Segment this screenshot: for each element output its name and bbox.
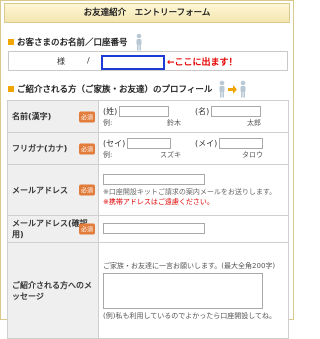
section-header-profile: ご紹介される方（ご家族・お友達）のプロフィール — [8, 80, 248, 98]
first-name-kana-input[interactable] — [219, 137, 264, 149]
bullet-icon — [8, 86, 14, 92]
message-guide: ご家族・お友達に一言お願いします。(最大全角200字) — [103, 261, 276, 270]
field-value-cell: ご家族・お友達に一言お願いします。(最大全角200字) (例)私も利用しているの… — [98, 242, 289, 339]
mei-label: (名) — [195, 106, 210, 116]
honorific-label: 様 — [57, 57, 65, 66]
field-value-cell: (姓) 例: 鈴木 (名) 太郎 — [98, 100, 289, 133]
customer-name-box: 様 / ←ここに出ます！ — [8, 51, 288, 71]
required-badge: 必須 — [78, 223, 95, 235]
bullet-icon — [8, 39, 14, 45]
person-icon — [136, 33, 142, 51]
field-value-cell: ※口座開設キットご請求の案内メールをお送りします。 ※携帯アドレスはご遠慮くださ… — [98, 164, 289, 216]
email-note: ※口座開設キットご請求の案内メールをお送りします。 — [103, 187, 277, 196]
form-row-email-confirm: メールアドレス(確認用) 必須 — [7, 215, 289, 243]
field-label-cell: メールアドレス(確認用) 必須 — [7, 215, 99, 243]
section-title: お客さまのお名前／口座番号 — [17, 38, 128, 48]
field-label-cell: フリガナ(カナ) 必須 — [7, 132, 99, 165]
person-icon — [219, 80, 225, 98]
form-row-name: 名前(漢字) 必須 (姓) 例: 鈴木 (名) 太郎 — [7, 100, 289, 133]
form-row-message: ご紹介される方へのメッセージ ご家族・お友達に一言お願いします。(最大全角200… — [7, 242, 289, 339]
email-input[interactable] — [103, 173, 205, 185]
field-value-cell: (セイ) 例: スズキ (メイ) タロウ — [98, 132, 289, 165]
email-warning: ※携帯アドレスはご遠慮ください。 — [103, 197, 214, 206]
section-title: ご紹介される方（ご家族・お友達）のプロフィール — [17, 85, 213, 95]
last-name-kana-input[interactable] — [127, 137, 172, 149]
section-header-customer: お客さまのお名前／口座番号 — [8, 33, 144, 51]
last-name-input[interactable] — [119, 105, 170, 117]
example-value: タロウ — [242, 150, 263, 159]
example-value: 鈴木 — [167, 118, 181, 127]
callout-text: ←ここに出ます！ — [167, 58, 238, 68]
sei-label: (姓) — [103, 106, 118, 116]
form-row-furigana: フリガナ(カナ) 必須 (セイ) 例: スズキ (メイ) タロウ — [7, 132, 289, 165]
form-title: お友達紹介 エントリーフォーム — [4, 3, 290, 23]
separator-slash: / — [87, 56, 90, 65]
message-textarea[interactable] — [103, 272, 263, 309]
example-value: スズキ — [160, 150, 181, 159]
example-value: 太郎 — [247, 118, 261, 127]
mei-label: (メイ) — [195, 138, 218, 148]
first-name-input[interactable] — [211, 105, 262, 117]
required-badge: 必須 — [78, 143, 95, 154]
person-icon — [240, 80, 246, 98]
form-row-email: メールアドレス 必須 ※口座開設キットご請求の案内メールをお送りします。 ※携帯… — [7, 164, 289, 216]
field-label: ご紹介される方へのメッセージ — [12, 280, 92, 301]
field-label-cell: ご紹介される方へのメッセージ — [7, 242, 99, 339]
required-badge: 必須 — [78, 111, 95, 122]
example-label: 例: — [103, 150, 113, 159]
profile-form-table: 名前(漢字) 必須 (姓) 例: 鈴木 (名) 太郎 フリガナ(カナ) 必須 (… — [7, 100, 289, 339]
email-confirm-input[interactable] — [103, 223, 205, 234]
field-label-cell: 名前(漢字) 必須 — [7, 100, 99, 133]
arrow-right-icon — [228, 84, 238, 94]
required-badge: 必須 — [78, 184, 95, 196]
field-value-cell — [98, 215, 289, 243]
field-label-cell: メールアドレス 必須 — [7, 164, 99, 216]
example-label: 例: — [103, 118, 113, 127]
sei-label: (セイ) — [103, 138, 126, 148]
customer-name-field[interactable] — [101, 55, 165, 70]
message-example: (例)私も利用しているのでよかったら口座開設してね。 — [103, 311, 277, 320]
